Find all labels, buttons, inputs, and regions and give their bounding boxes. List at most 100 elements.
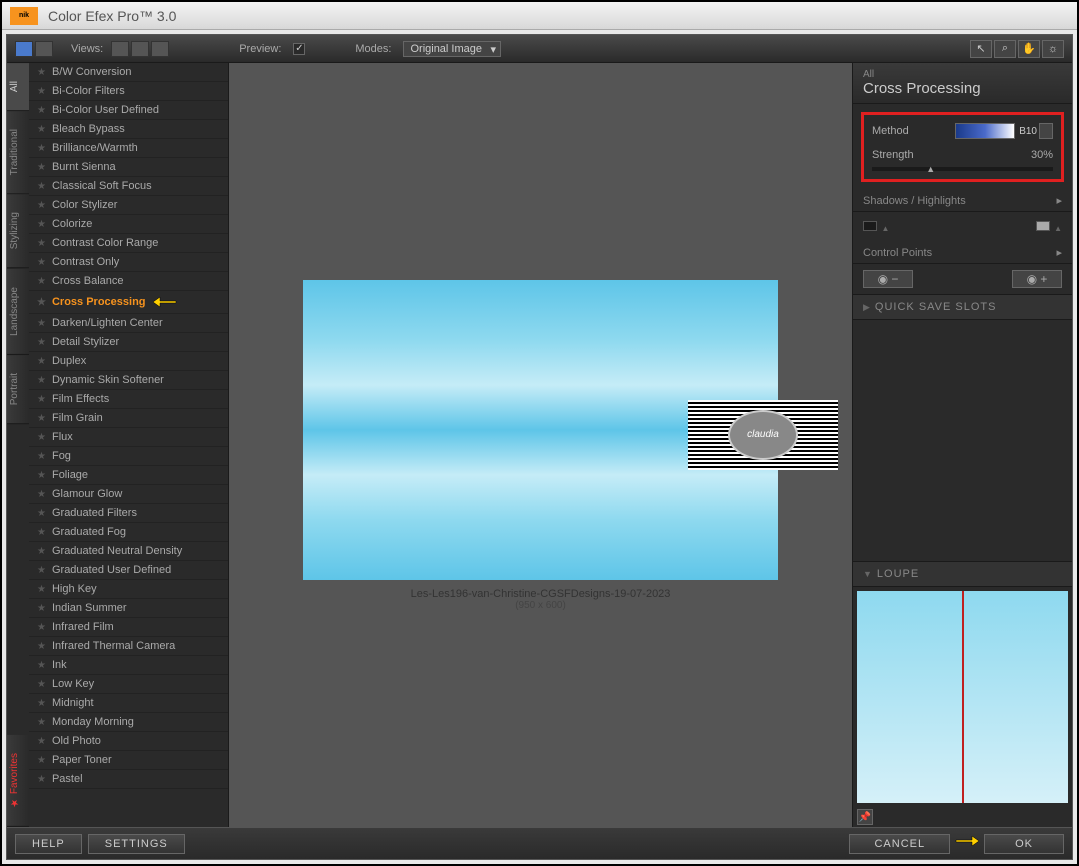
slider-thumb[interactable]: ▲ xyxy=(926,164,936,172)
star-icon[interactable]: ★ xyxy=(37,67,46,78)
ok-button[interactable]: OK xyxy=(984,834,1064,854)
filter-item[interactable]: ★Graduated Fog xyxy=(29,523,228,542)
star-icon[interactable]: ★ xyxy=(37,508,46,519)
layout-1-icon[interactable] xyxy=(111,41,129,57)
star-icon[interactable]: ★ xyxy=(37,546,46,557)
tab-all[interactable]: All xyxy=(7,63,29,111)
star-icon[interactable]: ★ xyxy=(37,257,46,268)
star-icon[interactable]: ★ xyxy=(37,603,46,614)
star-icon[interactable]: ★ xyxy=(37,774,46,785)
filter-item[interactable]: ★Dynamic Skin Softener xyxy=(29,371,228,390)
filter-item[interactable]: ★Cross Processing xyxy=(29,291,228,314)
star-icon[interactable]: ★ xyxy=(37,356,46,367)
filter-item[interactable]: ★Detail Stylizer xyxy=(29,333,228,352)
filter-item[interactable]: ★Cross Balance xyxy=(29,272,228,291)
strength-slider[interactable]: ▲ xyxy=(872,167,1053,171)
filter-item[interactable]: ★Bi-Color User Defined xyxy=(29,101,228,120)
star-icon[interactable]: ★ xyxy=(37,219,46,230)
star-icon[interactable]: ★ xyxy=(37,375,46,386)
filter-item[interactable]: ★Graduated Filters xyxy=(29,504,228,523)
filter-item[interactable]: ★Film Effects xyxy=(29,390,228,409)
zoom-tool-icon[interactable]: ⌕ xyxy=(994,40,1016,58)
filter-item[interactable]: ★Old Photo xyxy=(29,732,228,751)
tab-stylizing[interactable]: Stylizing xyxy=(7,194,29,268)
shadows-swatch[interactable] xyxy=(863,221,877,231)
cancel-button[interactable]: CANCEL xyxy=(849,834,950,854)
filter-item[interactable]: ★Colorize xyxy=(29,215,228,234)
star-icon[interactable]: ★ xyxy=(37,470,46,481)
preview-image[interactable]: claudia xyxy=(303,280,778,580)
preview-checkbox[interactable]: ✓ xyxy=(293,43,305,55)
star-icon[interactable]: ★ xyxy=(37,489,46,500)
loupe-pin-icon[interactable]: 📌 xyxy=(857,809,873,825)
filter-item[interactable]: ★Graduated Neutral Density xyxy=(29,542,228,561)
tab-traditional[interactable]: Traditional xyxy=(7,111,29,194)
tab-portrait[interactable]: Portrait xyxy=(7,355,29,424)
star-icon[interactable]: ★ xyxy=(37,432,46,443)
filter-list[interactable]: ★B/W Conversion★Bi-Color Filters★Bi-Colo… xyxy=(29,63,229,827)
control-point-minus[interactable]: ◉ − xyxy=(863,270,913,288)
star-icon[interactable]: ★ xyxy=(37,584,46,595)
filter-item[interactable]: ★Fog xyxy=(29,447,228,466)
star-icon[interactable]: ★ xyxy=(37,717,46,728)
filter-item[interactable]: ★Low Key xyxy=(29,675,228,694)
pointer-tool-icon[interactable]: ↖ xyxy=(970,40,992,58)
star-icon[interactable]: ★ xyxy=(37,124,46,135)
control-point-plus[interactable]: ◉ + xyxy=(1012,270,1062,288)
star-icon[interactable]: ★ xyxy=(37,162,46,173)
filter-item[interactable]: ★Bi-Color Filters xyxy=(29,82,228,101)
star-icon[interactable]: ★ xyxy=(37,143,46,154)
shadows-highlights-header[interactable]: Shadows / Highlights▸ xyxy=(853,190,1072,212)
view-split-icon[interactable] xyxy=(35,41,53,57)
method-dropdown[interactable] xyxy=(1039,123,1053,139)
filter-item[interactable]: ★Midnight xyxy=(29,694,228,713)
layout-3-icon[interactable] xyxy=(151,41,169,57)
star-icon[interactable]: ★ xyxy=(37,527,46,538)
filter-item[interactable]: ★Burnt Sienna xyxy=(29,158,228,177)
help-button[interactable]: HELP xyxy=(15,834,82,854)
modes-dropdown[interactable]: Original Image xyxy=(403,41,501,57)
star-icon[interactable]: ★ xyxy=(37,451,46,462)
layout-2-icon[interactable] xyxy=(131,41,149,57)
star-icon[interactable]: ★ xyxy=(37,698,46,709)
star-icon[interactable]: ★ xyxy=(37,736,46,747)
filter-item[interactable]: ★Film Grain xyxy=(29,409,228,428)
filter-item[interactable]: ★Monday Morning xyxy=(29,713,228,732)
control-points-header[interactable]: Control Points▸ xyxy=(853,242,1072,264)
filter-item[interactable]: ★Contrast Only xyxy=(29,253,228,272)
star-icon[interactable]: ★ xyxy=(37,755,46,766)
filter-item[interactable]: ★Color Stylizer xyxy=(29,196,228,215)
filter-item[interactable]: ★Glamour Glow xyxy=(29,485,228,504)
filter-item[interactable]: ★B/W Conversion xyxy=(29,63,228,82)
settings-button[interactable]: SETTINGS xyxy=(88,834,185,854)
tab-landscape[interactable]: Landscape xyxy=(7,269,29,355)
star-icon[interactable]: ★ xyxy=(37,181,46,192)
star-icon[interactable]: ★ xyxy=(37,297,46,308)
filter-item[interactable]: ★Pastel xyxy=(29,770,228,789)
filter-item[interactable]: ★Duplex xyxy=(29,352,228,371)
pan-tool-icon[interactable]: ✋ xyxy=(1018,40,1040,58)
view-single-icon[interactable] xyxy=(15,41,33,57)
filter-item[interactable]: ★Darken/Lighten Center xyxy=(29,314,228,333)
star-icon[interactable]: ★ xyxy=(37,337,46,348)
star-icon[interactable]: ★ xyxy=(37,105,46,116)
star-icon[interactable]: ★ xyxy=(37,238,46,249)
loupe-view[interactable] xyxy=(857,591,1068,804)
filter-item[interactable]: ★Indian Summer xyxy=(29,599,228,618)
star-icon[interactable]: ★ xyxy=(37,318,46,329)
filter-item[interactable]: ★High Key xyxy=(29,580,228,599)
star-icon[interactable]: ★ xyxy=(37,86,46,97)
filter-item[interactable]: ★Infrared Film xyxy=(29,618,228,637)
star-icon[interactable]: ★ xyxy=(37,413,46,424)
star-icon[interactable]: ★ xyxy=(37,622,46,633)
filter-item[interactable]: ★Brilliance/Warmth xyxy=(29,139,228,158)
star-icon[interactable]: ★ xyxy=(37,679,46,690)
tab-favorites[interactable]: ★ Favorites xyxy=(7,735,29,827)
filter-item[interactable]: ★Foliage xyxy=(29,466,228,485)
filter-item[interactable]: ★Graduated User Defined xyxy=(29,561,228,580)
filter-item[interactable]: ★Flux xyxy=(29,428,228,447)
star-icon[interactable]: ★ xyxy=(37,565,46,576)
star-icon[interactable]: ★ xyxy=(37,394,46,405)
star-icon[interactable]: ★ xyxy=(37,276,46,287)
light-tool-icon[interactable]: ☼ xyxy=(1042,40,1064,58)
